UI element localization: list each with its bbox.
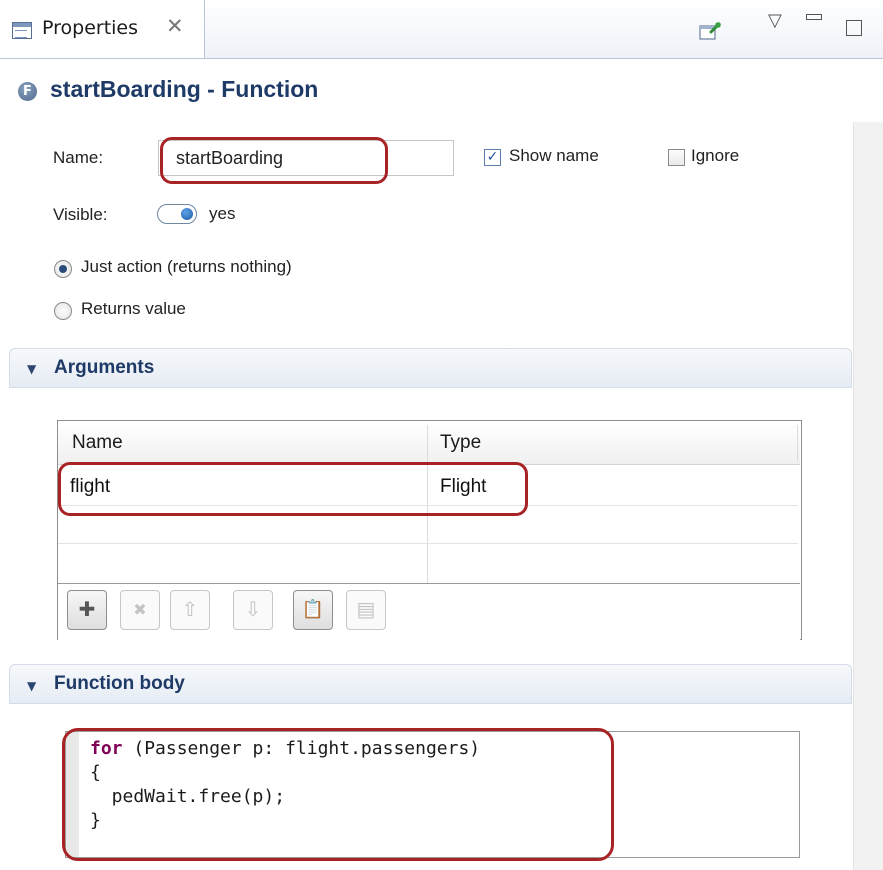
properties-view-icon xyxy=(12,22,32,39)
column-divider xyxy=(427,425,428,583)
move-down-icon[interactable]: ⇩ xyxy=(233,590,273,630)
table-header xyxy=(58,422,800,465)
code-keyword: for xyxy=(90,738,123,759)
code-line-3: pedWait.free(p); xyxy=(90,786,286,807)
minimize-icon[interactable] xyxy=(806,8,822,20)
table-cell-name[interactable]: flight xyxy=(70,476,110,498)
function-body-title: Function body xyxy=(54,673,185,694)
function-icon: F xyxy=(18,82,37,101)
column-divider-end xyxy=(797,425,798,461)
tab-label: Properties xyxy=(42,17,139,39)
maximize-icon[interactable] xyxy=(846,20,862,36)
vertical-scrollbar[interactable] xyxy=(853,122,883,870)
pin-icon[interactable] xyxy=(699,22,721,40)
visible-value: yes xyxy=(209,204,236,223)
name-label: Name: xyxy=(53,148,104,167)
radio-returns-value-label: Returns value xyxy=(81,299,186,318)
code-line-1: for (Passenger p: flight.passengers) xyxy=(90,738,480,759)
radio-just-action[interactable] xyxy=(54,260,72,278)
row-divider xyxy=(58,505,798,506)
visible-toggle[interactable] xyxy=(157,204,197,224)
collapse-arrow-icon[interactable]: ▼ xyxy=(27,679,36,693)
paste-icon[interactable]: 📋 xyxy=(293,590,333,630)
page-title: startBoarding - Function xyxy=(50,76,319,102)
row-divider xyxy=(58,543,798,544)
close-icon[interactable]: ✕ xyxy=(166,14,184,38)
visible-label: Visible: xyxy=(53,205,108,224)
column-header-type[interactable]: Type xyxy=(440,432,481,454)
add-icon[interactable]: ✚ xyxy=(67,590,107,630)
arguments-title: Arguments xyxy=(54,357,155,378)
code-text: (Passenger p: flight.passengers) xyxy=(122,738,481,759)
code-line-4: } xyxy=(90,810,101,831)
table-cell-type[interactable]: Flight xyxy=(440,476,486,498)
move-up-icon[interactable]: ⇧ xyxy=(170,590,210,630)
radio-just-action-label: Just action (returns nothing) xyxy=(81,257,292,276)
copy-icon[interactable]: ▤ xyxy=(346,590,386,630)
ignore-checkbox[interactable] xyxy=(668,149,685,166)
collapse-arrow-icon[interactable]: ▼ xyxy=(27,362,36,376)
show-name-label: Show name xyxy=(509,146,599,165)
radio-returns-value[interactable] xyxy=(54,302,72,320)
view-menu-icon[interactable]: ▽ xyxy=(768,10,782,31)
code-line-2: { xyxy=(90,762,101,783)
ignore-label: Ignore xyxy=(691,146,740,165)
delete-icon[interactable]: ✖ xyxy=(120,590,160,630)
show-name-checkbox[interactable]: ✓ xyxy=(484,149,501,166)
editor-gutter xyxy=(66,732,79,857)
column-header-name[interactable]: Name xyxy=(72,432,123,454)
name-input[interactable]: startBoarding xyxy=(158,140,454,176)
